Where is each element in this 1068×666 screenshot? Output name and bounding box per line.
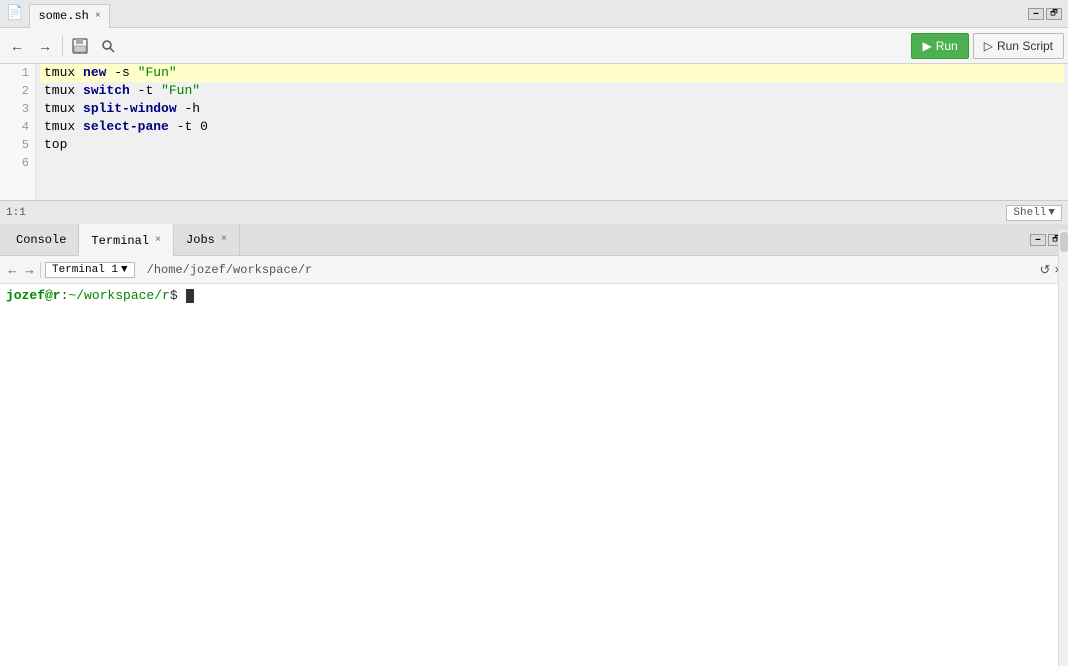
tab-close-icon[interactable]: × bbox=[95, 11, 101, 22]
terminal-scrollbar[interactable] bbox=[1058, 230, 1068, 666]
run-icon: ▶ bbox=[922, 39, 931, 53]
run-script-label: Run Script bbox=[997, 39, 1053, 53]
terminal-session-label: Terminal 1 bbox=[52, 264, 118, 276]
line-num-4: 4 bbox=[0, 118, 35, 136]
terminal-dropdown-arrow-icon: ▼ bbox=[121, 264, 128, 276]
terminal-refresh-icon[interactable]: ↺ bbox=[1040, 262, 1051, 278]
line-num-6: 6 bbox=[0, 154, 35, 172]
prompt-dollar: $ bbox=[170, 288, 186, 303]
editor-toolbar: ← → ▶ Run bbox=[0, 28, 1068, 64]
terminal-prompt-line: jozef@r:~/workspace/r$ bbox=[6, 288, 1062, 303]
status-bar: 1:1 Shell ▼ bbox=[0, 200, 1068, 224]
back-button[interactable]: ← bbox=[4, 33, 30, 59]
search-button[interactable] bbox=[95, 33, 121, 59]
code-line-2: tmux switch -t "Fun" bbox=[40, 82, 1064, 100]
editor-area[interactable]: 1 2 3 4 5 6 tmux new -s "Fun" tmux switc… bbox=[0, 64, 1068, 200]
code-line-4: tmux select-pane -t 0 bbox=[40, 118, 1064, 136]
toolbar-separator bbox=[62, 36, 63, 56]
terminal-session-dropdown[interactable]: Terminal 1 ▼ bbox=[45, 262, 135, 278]
terminal-sep bbox=[40, 262, 41, 278]
code-line-6 bbox=[40, 154, 1064, 172]
tab-jobs[interactable]: Jobs × bbox=[174, 224, 240, 256]
bottom-tabs-bar: Console Terminal × Jobs × 🗕 🗗 bbox=[0, 224, 1068, 256]
tab-console[interactable]: Console bbox=[4, 224, 79, 256]
terminal-tab-close-icon[interactable]: × bbox=[155, 235, 161, 246]
line-numbers: 1 2 3 4 5 6 bbox=[0, 64, 36, 200]
prompt-user: jozef@r bbox=[6, 288, 61, 303]
run-script-icon: ▷ bbox=[984, 39, 993, 53]
line-num-5: 5 bbox=[0, 136, 35, 154]
save-button[interactable] bbox=[67, 33, 93, 59]
tab-title: some.sh bbox=[38, 9, 88, 23]
code-line-3: tmux split-window -h bbox=[40, 100, 1064, 118]
terminal-cursor bbox=[186, 289, 194, 303]
terminal-path: /home/jozef/workspace/r bbox=[147, 263, 313, 277]
jobs-tab-label: Jobs bbox=[186, 233, 215, 247]
line-num-3: 3 bbox=[0, 100, 35, 118]
shell-dropdown[interactable]: Shell ▼ bbox=[1006, 205, 1062, 221]
bottom-panel: Console Terminal × Jobs × 🗕 🗗 ← → Termin… bbox=[0, 224, 1068, 666]
run-script-button[interactable]: ▷ Run Script bbox=[973, 33, 1064, 59]
code-area[interactable]: tmux new -s "Fun" tmux switch -t "Fun" t… bbox=[36, 64, 1068, 200]
app-icon: 📄 bbox=[6, 5, 23, 22]
tab-terminal[interactable]: Terminal × bbox=[79, 224, 174, 256]
save-icon bbox=[72, 38, 88, 54]
run-button[interactable]: ▶ Run bbox=[911, 33, 968, 59]
console-tab-label: Console bbox=[16, 233, 66, 247]
title-bar: 📄 some.sh × 🗕 🗗 bbox=[0, 0, 1068, 28]
minimize-button[interactable]: 🗕 bbox=[1028, 8, 1044, 20]
prompt-path: ~/workspace/r bbox=[68, 288, 169, 303]
terminal-forward-button[interactable]: → bbox=[23, 262, 36, 277]
terminal-tab-label: Terminal bbox=[91, 234, 149, 248]
window-controls: 🗕 🗗 bbox=[1028, 8, 1062, 20]
status-right: Shell ▼ bbox=[1006, 205, 1062, 221]
jobs-tab-close-icon[interactable]: × bbox=[221, 234, 227, 245]
search-icon bbox=[100, 38, 116, 54]
terminal-back-button[interactable]: ← bbox=[6, 262, 19, 277]
scrollbar-thumb[interactable] bbox=[1060, 232, 1068, 252]
line-num-2: 2 bbox=[0, 82, 35, 100]
terminal-toolbar: ← → Terminal 1 ▼ /home/jozef/workspace/r… bbox=[0, 256, 1068, 284]
line-num-1: 1 bbox=[0, 64, 35, 82]
shell-label: Shell bbox=[1013, 207, 1046, 219]
cursor-position: 1:1 bbox=[6, 207, 26, 219]
panel-minimize-button[interactable]: 🗕 bbox=[1030, 234, 1046, 246]
run-label: Run bbox=[936, 39, 958, 53]
editor-tab[interactable]: some.sh × bbox=[29, 4, 109, 28]
terminal-content[interactable]: jozef@r:~/workspace/r$ bbox=[0, 284, 1068, 666]
shell-arrow-icon: ▼ bbox=[1048, 207, 1055, 219]
code-line-1: tmux new -s "Fun" bbox=[40, 64, 1064, 82]
forward-button[interactable]: → bbox=[32, 33, 58, 59]
toolbar-right: ▶ Run ▷ Run Script bbox=[911, 33, 1064, 59]
maximize-button[interactable]: 🗗 bbox=[1046, 8, 1062, 20]
code-line-5: top bbox=[40, 136, 1064, 154]
